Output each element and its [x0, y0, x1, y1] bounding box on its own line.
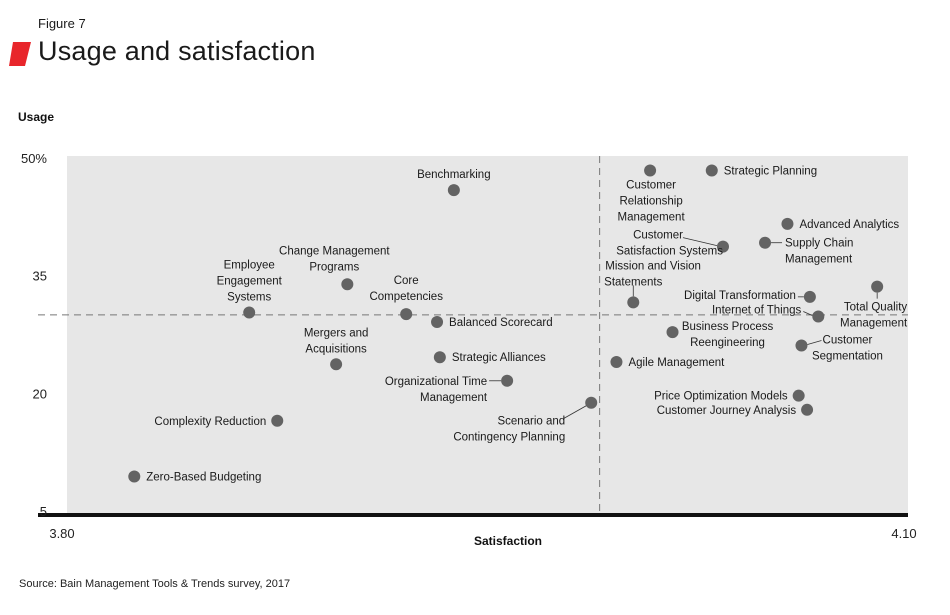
data-label: Digital Transformation [684, 290, 796, 302]
data-point [447, 184, 460, 197]
data-point-group: Complexity Reduction [154, 414, 284, 428]
data-point-group: Balanced Scorecard [431, 315, 553, 329]
data-point [871, 280, 884, 293]
data-label: Strategic Planning [724, 166, 817, 178]
data-point [705, 164, 718, 177]
data-point-group: Zero-Based Budgeting [128, 470, 261, 483]
data-point [341, 278, 354, 291]
data-point [501, 374, 514, 387]
data-label: Zero-Based Budgeting [146, 471, 261, 483]
data-point [812, 310, 825, 323]
data-label: Balanced Scorecard [449, 317, 553, 329]
data-label: Customer Relationship Management [618, 180, 686, 224]
y-tick-label: 50% [21, 151, 47, 166]
data-point [627, 296, 640, 309]
data-point [400, 308, 413, 321]
data-point [781, 217, 794, 230]
y-tick-label: 35 [33, 269, 47, 284]
data-label: Agile Management [628, 357, 725, 369]
data-label: Benchmarking [417, 169, 491, 181]
plot-background [67, 156, 908, 514]
data-point [759, 236, 772, 249]
data-point-group: Agile Management [610, 355, 725, 369]
data-point [803, 290, 816, 303]
data-point-group: Customer Journey Analysis [657, 403, 814, 417]
data-point [610, 355, 623, 368]
scatter-chart: Usage 50% 35 20 5 3.80 4.10 Satisfaction Ben… [18, 110, 917, 548]
y-axis-title: Usage [18, 110, 54, 124]
data-label: Advanced Analytics [799, 219, 899, 231]
source-note: Source: Bain Management Tools & Trends s… [19, 578, 291, 590]
data-label: Complexity Reduction [154, 416, 266, 428]
data-point-group: Advanced Analytics [781, 217, 899, 231]
data-point [585, 396, 598, 409]
x-tick-label: 4.10 [891, 526, 916, 541]
data-point [792, 389, 805, 402]
data-label: Customer Journey Analysis [657, 405, 797, 417]
data-point-group: Price Optimization Models [654, 389, 805, 403]
y-tick-label: 5 [40, 504, 47, 519]
data-point [801, 403, 814, 416]
data-label: Price Optimization Models [654, 391, 788, 403]
data-point [433, 351, 446, 364]
data-point [795, 339, 808, 352]
data-point [330, 358, 343, 371]
x-axis-title: Satisfaction [474, 534, 542, 548]
data-point [666, 326, 679, 339]
x-tick-label: 3.80 [49, 526, 74, 541]
data-point [128, 470, 141, 483]
data-label: Internet of Things [712, 304, 802, 316]
data-point [243, 306, 256, 319]
data-point [431, 315, 444, 328]
data-label: Strategic Alliances [452, 352, 546, 364]
data-point [271, 414, 284, 427]
data-point [644, 164, 657, 177]
y-tick-label: 20 [33, 386, 47, 401]
